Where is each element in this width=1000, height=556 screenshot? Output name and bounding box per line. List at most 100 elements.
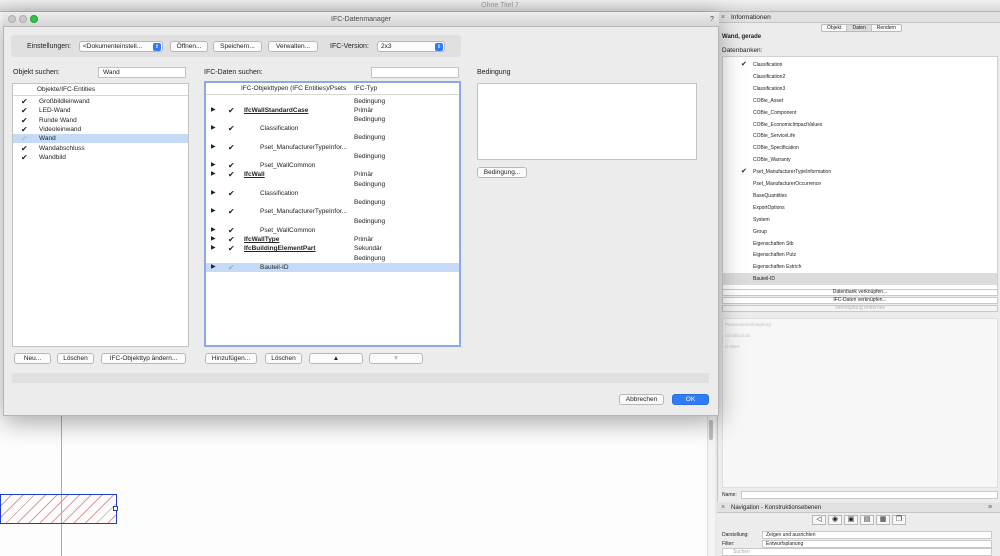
move-up-button[interactable]: ▲ [309, 353, 363, 364]
name-field[interactable] [741, 491, 998, 499]
canvas-scroll-thumb[interactable] [709, 420, 713, 440]
checkmark-icon[interactable]: ✔ [228, 161, 235, 170]
settings-select[interactable]: <Dokumenteinstell... ⇕ [79, 41, 163, 52]
database-item[interactable]: Bauteil-ID [723, 273, 997, 286]
condition-button[interactable]: Bedingung... [477, 167, 527, 178]
layer-icon[interactable]: ▣ [844, 515, 858, 525]
database-item[interactable]: Eigenschaften Putz [723, 249, 997, 261]
checkmark-icon[interactable]: ✔ [21, 116, 28, 125]
database-item[interactable]: ✔ Classification [723, 59, 997, 71]
search-input[interactable]: Suchen [722, 548, 992, 556]
add-button[interactable]: Hinzufügen... [205, 353, 257, 364]
database-item[interactable]: BaseQuantities [723, 190, 997, 202]
expand-triangle-icon[interactable]: ▶ [211, 235, 216, 244]
tree-row[interactable]: ▶ ✔ IfcWall Primär [206, 170, 459, 179]
checkmark-icon[interactable]: ✔ [228, 143, 235, 152]
tree-row[interactable]: ▶ ✔ Pset_ManufacturerTypeInfor... [206, 143, 459, 152]
checkmark-icon[interactable]: ✔ [228, 170, 235, 179]
database-item[interactable]: System [723, 214, 997, 226]
list-item[interactable]: ✔ Großbildleinwand [13, 97, 188, 106]
remove-link-button[interactable]: Verknüpfung entfernen [722, 305, 998, 312]
menu-icon[interactable]: ≡ [988, 503, 992, 513]
list-item[interactable]: ✔ Wand [13, 134, 188, 144]
link-database-button[interactable]: Datenbank verknüpfen... [722, 289, 998, 296]
ifc-search-input[interactable] [371, 67, 459, 78]
expand-triangle-icon[interactable]: ▶ [211, 124, 216, 133]
layer-settings-icon[interactable]: ▤ [860, 515, 874, 525]
database-item[interactable]: ✔ Pset_ManufacturerTypeInformation [723, 166, 997, 178]
tree-row[interactable]: ▶ ✔ Bauteil-ID [206, 263, 459, 272]
list-item[interactable]: ✔ Runde Wand [13, 116, 188, 125]
checkmark-icon[interactable]: ✔ [228, 207, 235, 216]
expand-triangle-icon[interactable]: ▶ [211, 161, 216, 170]
tree-row[interactable]: ▶ ✔ IfcWallStandardCase Primär [206, 106, 459, 115]
open-button[interactable]: Öffnen... [170, 41, 208, 52]
checkmark-icon[interactable]: ✔ [228, 263, 235, 272]
expand-triangle-icon[interactable]: ▶ [211, 226, 216, 235]
wall-object[interactable] [0, 494, 117, 524]
ifc-version-select[interactable]: 2x3 ⇕ [377, 41, 445, 52]
checkmark-icon[interactable]: ✔ [228, 124, 235, 133]
expand-triangle-icon[interactable]: ▶ [211, 207, 216, 216]
tree-row[interactable]: Bedingung [206, 180, 459, 189]
database-item[interactable]: COBie_Asset [723, 95, 997, 107]
tab-render[interactable]: Rendern [871, 25, 901, 31]
tree-row[interactable]: Bedingung [206, 254, 459, 263]
expand-triangle-icon[interactable]: ▶ [211, 170, 216, 179]
tree-row[interactable]: Bedingung [206, 217, 459, 226]
checkmark-icon[interactable]: ✔ [228, 226, 235, 235]
expand-triangle-icon[interactable]: ▶ [211, 263, 216, 272]
checkmark-icon[interactable]: ✔ [228, 235, 235, 244]
database-item[interactable]: Classification3 [723, 83, 997, 95]
database-item[interactable]: Eigenschaften Estrich [723, 261, 997, 273]
database-item[interactable]: COBie_ServiceLife [723, 130, 997, 142]
close-icon[interactable]: × [721, 12, 725, 23]
checkmark-icon[interactable]: ✔ [21, 125, 28, 134]
ok-button[interactable]: OK [672, 394, 709, 405]
minimize-window-icon[interactable] [19, 15, 27, 23]
database-item[interactable]: COBie_Component [723, 107, 997, 119]
tree-row[interactable]: Bedingung [206, 198, 459, 207]
expand-triangle-icon[interactable]: ▶ [211, 143, 216, 152]
database-item[interactable]: COBie_Warranty [723, 154, 997, 166]
close-icon[interactable]: × [721, 503, 725, 513]
list-item[interactable]: ✔ Wandbild [13, 153, 188, 162]
wall-handle[interactable] [113, 506, 118, 511]
list-item[interactable]: ✔ Wandabschluss [13, 144, 188, 153]
close-window-icon[interactable] [8, 15, 16, 23]
help-icon[interactable]: ? [710, 16, 714, 23]
save-button[interactable]: Speichern... [213, 41, 262, 52]
object-search-input[interactable]: Wand [98, 67, 186, 78]
delete-object-button[interactable]: Löschen [57, 353, 94, 364]
database-item[interactable]: Classification2 [723, 71, 997, 83]
manage-button[interactable]: Verwalten... [268, 41, 318, 52]
tree-row[interactable]: Bedingung [206, 133, 459, 142]
checkmark-icon[interactable]: ✔ [21, 134, 28, 143]
megaphone-icon[interactable]: ◁ [812, 515, 826, 525]
link-ifc-button[interactable]: IFC-Daten verknüpfen... [722, 297, 998, 304]
expand-triangle-icon[interactable]: ▶ [211, 244, 216, 253]
tree-row[interactable]: Bedingung [206, 97, 459, 106]
cancel-button[interactable]: Abbrechen [619, 394, 664, 405]
database-item[interactable]: Group [723, 226, 997, 238]
tree-row[interactable]: ▶ ✔ Classification [206, 189, 459, 198]
tree-row[interactable]: ▶ ✔ IfcWallType Primär [206, 235, 459, 244]
list-item[interactable]: ✔ LED-Wand [13, 106, 188, 115]
filter-select[interactable]: Entwurfsplanung [762, 540, 992, 548]
expand-triangle-icon[interactable]: ▶ [211, 106, 216, 115]
list-item[interactable]: ✔ Videoleinwand [13, 125, 188, 134]
zoom-window-icon[interactable] [30, 15, 38, 23]
checkmark-icon[interactable]: ✔ [21, 144, 28, 153]
expand-triangle-icon[interactable]: ▶ [211, 189, 216, 198]
display-select[interactable]: Zeigen und ausrichten [762, 531, 992, 539]
tree-row[interactable]: ▶ ✔ Classification [206, 124, 459, 133]
tree-row[interactable]: ▶ ✔ Pset_ManufacturerTypeInfor... [206, 207, 459, 216]
visibility-icon[interactable]: ◉ [828, 515, 842, 525]
checkmark-icon[interactable]: ✔ [228, 244, 235, 253]
database-item[interactable]: ExportOptions [723, 202, 997, 214]
delete-ifc-button[interactable]: Löschen [265, 353, 302, 364]
tab-object[interactable]: Objekt [822, 25, 848, 31]
checkmark-icon[interactable]: ✔ [741, 166, 747, 178]
database-item[interactable]: Eigenschaften Stb [723, 238, 997, 250]
tree-row[interactable]: ▶ ✔ Pset_WallCommon [206, 226, 459, 235]
